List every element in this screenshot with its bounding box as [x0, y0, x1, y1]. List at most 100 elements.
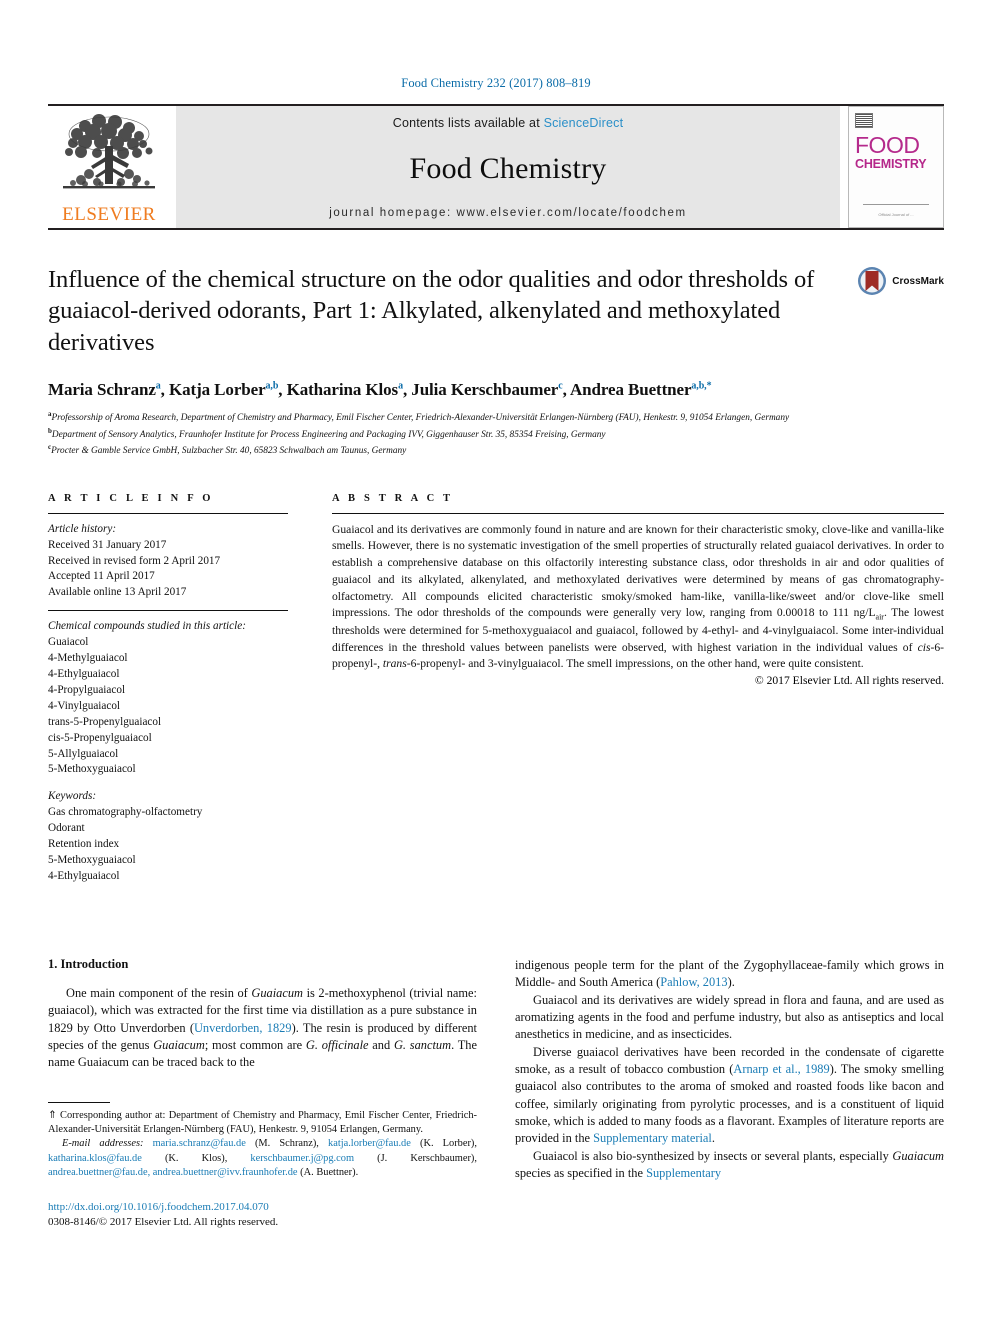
compounds-label: Chemical compounds studied in this artic…: [48, 620, 246, 633]
intro-paragraph-right-3: Diverse guaiacol derivatives have been r…: [515, 1044, 945, 1146]
footnote-star-icon: ⇑: [48, 1109, 57, 1121]
cover-footer-text: Official Journal of ...: [878, 212, 914, 217]
email-1-person: (M. Schranz): [254, 1138, 317, 1150]
email-2[interactable]: katja.lorber@fau.de: [328, 1138, 411, 1149]
contents-prefix: Contents lists available at: [392, 116, 540, 130]
link-supplementary-material[interactable]: Supplementary material: [593, 1131, 712, 1145]
page-title: Influence of the chemical structure on t…: [48, 266, 815, 356]
keywords: Keywords: Gas chromatography-olfactometr…: [48, 789, 288, 884]
article-info-column: A R T I C L E I N F O Article history: R…: [48, 493, 288, 885]
email-2-person: (K. Lorber): [419, 1138, 475, 1150]
article-page: Food Chemistry 232 (2017) 808–819 ELSEVI…: [0, 0, 992, 1323]
corresponding-author-note: ⇑ Corresponding author at: Department of…: [48, 1109, 477, 1135]
issn-rights-line: 0308-8146/© 2017 Elsevier Ltd. All right…: [48, 1216, 279, 1229]
abstract-copyright: © 2017 Elsevier Ltd. All rights reserved…: [754, 674, 944, 688]
author-1: Maria Schranza: [48, 380, 161, 400]
citation-unverdorben[interactable]: Unverdorben, 1829: [194, 1021, 292, 1035]
email-addresses-note: E-mail addresses: maria.schranz@fau.de (…: [48, 1138, 478, 1179]
link-supplementary-trailing[interactable]: Supplementary: [646, 1166, 721, 1180]
compound-item: 4-Propylguaiacol: [48, 683, 126, 696]
keyword-item: 5-Methoxyguaiacol: [48, 853, 136, 866]
keyword-item: Odorant: [48, 822, 85, 835]
elsevier-logo: ELSEVIER: [48, 106, 170, 228]
intro-paragraph-right-1: indigenous people term for the plant of …: [515, 957, 944, 990]
body-columns: 1. Introduction One main component of th…: [48, 957, 944, 1230]
abstract-column: A B S T R A C T Guaiacol and its derivat…: [332, 493, 944, 885]
history-item: Available online 13 April 2017: [48, 586, 187, 599]
masthead-bottom-rule: [48, 228, 944, 230]
email-4[interactable]: kerschbaumer.j@pg.com: [250, 1153, 354, 1164]
article-info-rule: [48, 512, 288, 514]
journal-masthead: ELSEVIER Contents lists available at Sci…: [48, 104, 944, 228]
cover-barcode-icon: [855, 113, 873, 128]
affiliation-c: cProcter & Gamble Service GmbH, Sulzbach…: [48, 443, 407, 457]
compound-item: 5-Methoxyguaiacol: [48, 763, 136, 776]
compound-item: 4-Ethylguaiacol: [48, 668, 120, 681]
footnote-rule: [48, 1101, 110, 1103]
journal-homepage-link[interactable]: journal homepage: www.elsevier.com/locat…: [329, 207, 686, 219]
compound-item: 4-Vinylguaiacol: [48, 699, 121, 712]
article-info-heading: A R T I C L E I N F O: [48, 492, 214, 504]
title-block: Influence of the chemical structure on t…: [48, 264, 944, 459]
contents-available-line: Contents lists available at ScienceDirec…: [393, 116, 624, 130]
article-history-label: Article history:: [48, 522, 117, 535]
email-3[interactable]: katharina.klos@fau.de: [48, 1153, 142, 1164]
section-heading-introduction: 1. Introduction: [48, 956, 129, 971]
abstract-text: Guaiacol and its derivatives are commonl…: [332, 522, 944, 671]
elsevier-tree-icon: [63, 114, 155, 189]
intro-paragraph-right-2: Guaiacol and its derivatives are widely …: [515, 992, 944, 1042]
email-3-person: (K. Klos): [164, 1152, 225, 1164]
cover-title-line1: FOOD: [855, 132, 920, 158]
cover-title-line2: CHEMISTRY: [855, 157, 927, 172]
history-item: Accepted 11 April 2017: [48, 570, 155, 583]
journal-title: Food Chemistry: [409, 151, 607, 185]
intro-paragraph-right-4: Guaiacol is also bio-synthesized by inse…: [515, 1148, 944, 1181]
author-2: Katja Lorbera,b: [168, 380, 279, 400]
affiliation-a: aProfessorship of Aroma Research, Depart…: [48, 410, 790, 424]
chemical-compounds: Chemical compounds studied in this artic…: [48, 619, 288, 778]
citation-arnarp[interactable]: Arnarp: [733, 1062, 768, 1076]
journal-cover-thumbnail: FOOD CHEMISTRY Official Journal of ...: [848, 106, 944, 228]
author-4: Julia Kerschbaumerc: [411, 380, 563, 400]
footer-block: http://dx.doi.org/10.1016/j.foodchem.201…: [48, 1200, 477, 1230]
abstract-heading: A B S T R A C T: [332, 492, 454, 504]
footnote-block: ⇑ Corresponding author at: Department of…: [48, 1101, 478, 1181]
keyword-item: Gas chromatography-olfactometry: [48, 806, 203, 819]
history-item: Received in revised form 2 April 2017: [48, 554, 221, 567]
affiliation-b: bDepartment of Sensory Analytics, Fraunh…: [48, 426, 606, 440]
email-5[interactable]: andrea.buettner@fau.de, andrea.buettner@…: [48, 1167, 298, 1178]
compounds-rule: [48, 610, 288, 612]
journal-banner: Contents lists available at ScienceDirec…: [176, 106, 840, 228]
running-head: Food Chemistry 232 (2017) 808–819: [401, 76, 591, 90]
email-1[interactable]: maria.schranz@fau.de: [153, 1138, 246, 1149]
doi-link[interactable]: http://dx.doi.org/10.1016/j.foodchem.201…: [48, 1200, 477, 1215]
affiliations: aProfessorship of Aroma Research, Depart…: [48, 409, 944, 459]
compound-item: Guaiacol: [48, 636, 89, 649]
cover-divider: [863, 204, 929, 205]
right-column: indigenous people term for the plant of …: [515, 957, 944, 1230]
keywords-label: Keywords:: [48, 790, 97, 803]
email-4-person: (J. Kerschbaumer): [377, 1152, 475, 1164]
intro-paragraph-left-1: One main component of the resin of Guaia…: [48, 985, 478, 1070]
email-label: E-mail addresses:: [62, 1138, 144, 1150]
crossmark-badge[interactable]: CrossMark: [857, 266, 944, 296]
email-5-person: (A. Buettner): [300, 1167, 356, 1179]
citation-arnarp-cont[interactable]: et al., 1989: [773, 1062, 830, 1076]
compound-item: 5-Allylguaiacol: [48, 747, 119, 760]
elsevier-wordmark: ELSEVIER: [62, 204, 156, 225]
sciencedirect-link[interactable]: ScienceDirect: [544, 116, 624, 130]
compound-item: cis-5-Propenylguaiacol: [48, 731, 152, 744]
history-item: Received 31 January 2017: [48, 538, 167, 551]
left-column: 1. Introduction One main component of th…: [48, 957, 477, 1230]
crossmark-label: CrossMark: [892, 275, 944, 287]
author-3: Katharina Klosa: [286, 380, 403, 400]
compound-item: 4-Methylguaiacol: [48, 652, 128, 665]
citation-pahlow[interactable]: Pahlow, 2013: [660, 975, 727, 989]
crossmark-icon: [858, 267, 887, 295]
keyword-item: Retention index: [48, 838, 120, 851]
article-history: Article history: Received 31 January 201…: [48, 522, 288, 602]
info-abstract-region: A R T I C L E I N F O Article history: R…: [48, 493, 944, 885]
keyword-item: 4-Ethylguaiacol: [48, 869, 120, 882]
compound-item: trans-5-Propenylguaiacol: [48, 715, 162, 728]
